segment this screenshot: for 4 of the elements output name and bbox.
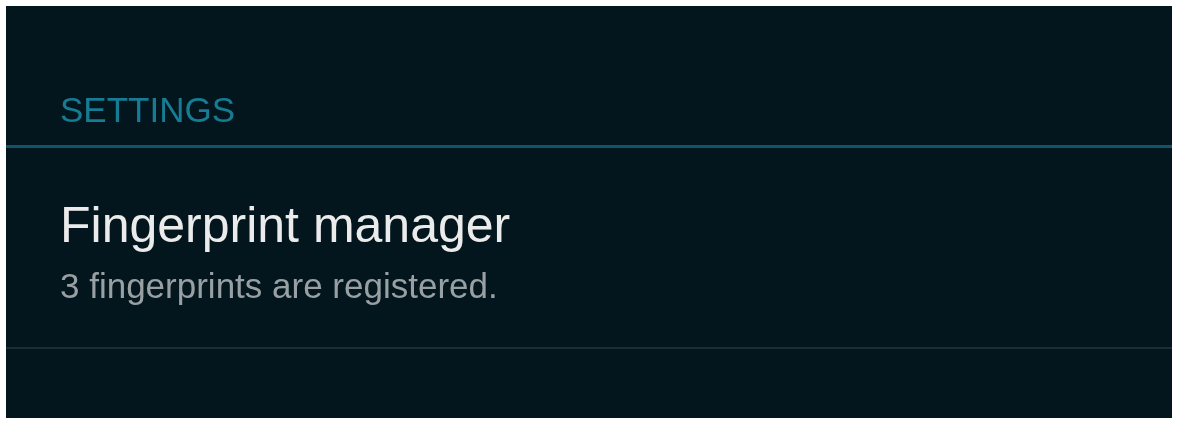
item-summary: 3 fingerprints are registered. — [60, 268, 499, 303]
settings-item[interactable]: Fingerprint manager 3 fingerprints are registered. — [6, 148, 1172, 349]
item-title: Fingerprint manager — [60, 200, 512, 250]
section-header: SETTINGS — [60, 92, 236, 127]
